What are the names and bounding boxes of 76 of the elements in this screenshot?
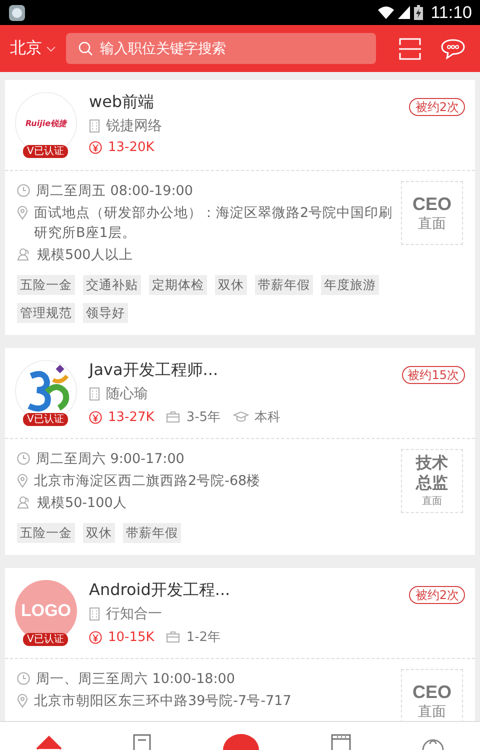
- location-pin-icon: [17, 474, 28, 488]
- salary-range: 13-27K: [108, 410, 154, 424]
- location-pin-icon: [17, 694, 28, 708]
- clock-icon: [17, 184, 30, 197]
- benefit-tag: 领导好: [83, 303, 128, 323]
- job-title: Android开发工程...: [89, 580, 232, 600]
- benefit-tag: 五险一金: [17, 523, 75, 543]
- wifi-icon: [378, 6, 394, 19]
- scan-icon[interactable]: [399, 38, 421, 60]
- interview-label: 直面: [418, 703, 446, 721]
- interviewer-title: CEO: [412, 681, 452, 703]
- signal-icon: [398, 6, 410, 19]
- yen-icon: [89, 630, 102, 644]
- invite-count-badge: 被约2次: [409, 98, 465, 116]
- interviewer-title: CEO: [412, 193, 452, 215]
- verified-badge: V已认证: [23, 145, 68, 158]
- company-scale: 规模50-100人: [37, 494, 127, 513]
- benefit-tag: 带薪年假: [255, 275, 313, 295]
- benefit-tag: 定期体检: [149, 275, 207, 295]
- benefit-tag: 交通补贴: [83, 275, 141, 295]
- salary-range: 10-15K: [108, 630, 154, 644]
- building-icon: [89, 119, 100, 133]
- benefit-tag: 年度旅游: [321, 275, 379, 295]
- clock-time: 11:10: [430, 2, 472, 22]
- experience-text: 3-5年: [186, 409, 221, 426]
- interview-label: 直面: [422, 494, 442, 508]
- city-selector[interactable]: 北京: [10, 38, 56, 59]
- clock-icon: [17, 452, 30, 465]
- calendar-icon[interactable]: [330, 734, 351, 750]
- invite-count-badge: 被约2次: [409, 586, 465, 604]
- job-card[interactable]: LOGO V已认证 Android开发工程... 行知合一 10-15K 1-2年 被约2次 周一、周三至周六 10:00-18:00 北京市朝阳区东三环中路39号院-7号-717 CEO 直面: [5, 568, 475, 721]
- people-icon: [17, 496, 31, 509]
- benefit-tag: 带薪年假: [123, 523, 181, 543]
- benefit-tag: 双休: [215, 275, 247, 295]
- job-card[interactable]: V已认证 Java开发工程师... 随心瑜 13-27K 3-5年 本科 被约15次 周二至周六 9:00-17:00 北京市海淀区西二旗西路2号院-68楼 规模50-100人 五险一金 双休 带薪年假 技术总监 直面: [5, 348, 475, 555]
- job-card[interactable]: Ruijie锐捷 V已认证 web前端 锐捷网络 13-20K 被约2次 周二至周五 08:00-19:00 面试地点（研发部办公地）：海淀区翠微路2号院中国印刷研究所B座1层。 规模500人以上 五险一金 交通补贴 定期体检 双休 带薪年假 年度旅游 管理规范 领导好 CEO 直面: [5, 80, 475, 335]
- location-pin-icon: [17, 206, 28, 220]
- job-title: web前端: [89, 92, 156, 112]
- work-schedule: 周一、周三至周六 10:00-18:00: [36, 670, 235, 689]
- interview-label: 直面: [418, 215, 446, 233]
- people-icon: [17, 248, 31, 261]
- chat-icon[interactable]: [441, 38, 465, 60]
- interview-location: 面试地点（研发部办公地）：海淀区翠微路2号院中国印刷研究所B座1层。: [34, 204, 393, 243]
- caret-icon: [46, 46, 56, 52]
- building-icon: [89, 387, 100, 401]
- home-icon[interactable]: [36, 734, 62, 750]
- interview-location: 北京市朝阳区东三环中路39号院-7号-717: [34, 692, 292, 711]
- interviewer-title: 技术总监: [414, 454, 449, 494]
- briefcase-icon: [166, 631, 180, 643]
- benefit-tag: 五险一金: [17, 275, 75, 295]
- app-icon: [8, 4, 26, 22]
- company-name: 锐捷网络: [106, 117, 162, 135]
- benefit-tag: 管理规范: [17, 303, 75, 323]
- graduation-cap-icon: [232, 411, 249, 423]
- verified-badge: V已认证: [23, 633, 68, 646]
- education-text: 本科: [254, 409, 281, 426]
- briefcase-icon: [166, 411, 180, 423]
- work-schedule: 周二至周五 08:00-19:00: [36, 182, 193, 201]
- yen-icon: [89, 410, 102, 424]
- document-icon[interactable]: [133, 734, 152, 750]
- company-scale: 规模500人以上: [37, 246, 133, 265]
- company-name: 随心瑜: [106, 385, 148, 403]
- experience-text: 1-2年: [186, 629, 221, 646]
- clock-icon: [17, 672, 30, 685]
- invite-count-badge: 被约15次: [402, 366, 465, 384]
- work-schedule: 周二至周六 9:00-17:00: [36, 450, 184, 469]
- verified-badge: V已认证: [23, 413, 68, 426]
- building-icon: [89, 607, 100, 621]
- company-name: 行知合一: [106, 605, 162, 623]
- battery-icon: [414, 5, 423, 20]
- benefit-tag: 双休: [83, 523, 115, 543]
- job-title: Java开发工程师...: [89, 360, 220, 380]
- yen-icon: [89, 141, 102, 154]
- search-field[interactable]: 输入职位关键字搜索: [66, 33, 376, 64]
- interview-location: 北京市海淀区西二旗西路2号院-68楼: [34, 472, 261, 491]
- salary-range: 13-20K: [108, 140, 154, 155]
